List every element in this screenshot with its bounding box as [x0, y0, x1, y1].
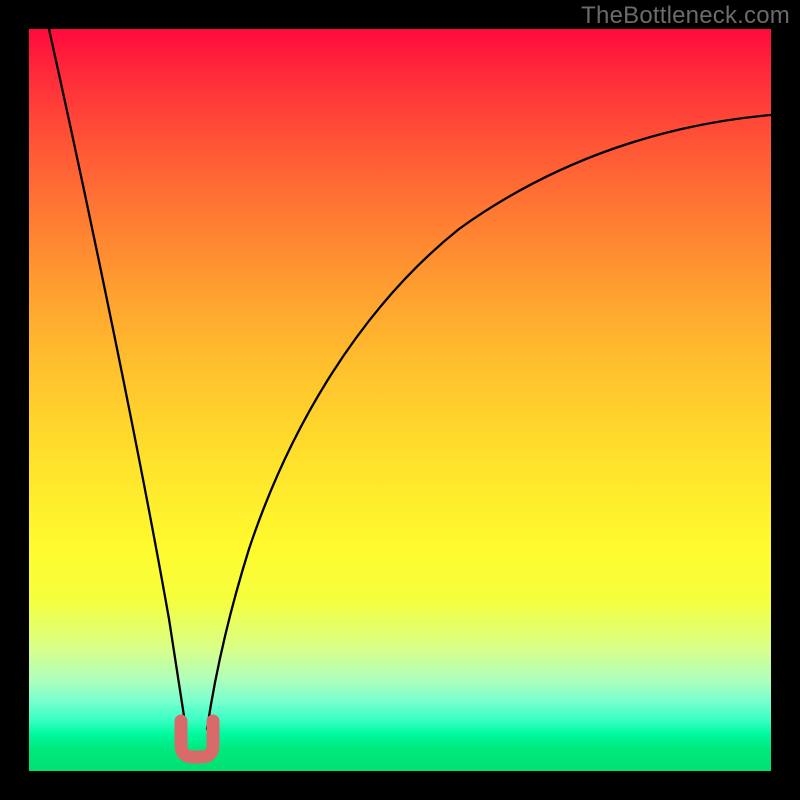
optimal-range-marker [181, 721, 213, 757]
curve-layer [29, 29, 771, 771]
chart-frame: TheBottleneck.com [0, 0, 800, 800]
bottleneck-curve-right [207, 115, 771, 729]
bottleneck-curve-left [49, 29, 186, 729]
plot-area [29, 29, 771, 771]
watermark-text: TheBottleneck.com [581, 2, 790, 30]
